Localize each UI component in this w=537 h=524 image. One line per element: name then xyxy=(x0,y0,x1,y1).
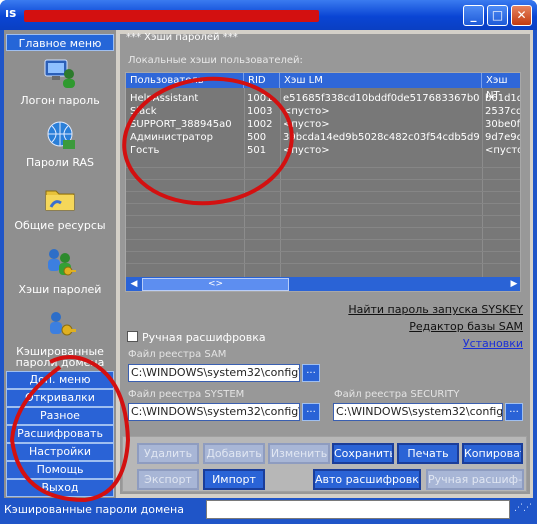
users-keys-icon xyxy=(48,249,76,276)
help-button[interactable]: Помощь xyxy=(6,461,114,479)
sam-file-label: Файл реестра SAM xyxy=(128,349,227,360)
maximize-button[interactable]: □ xyxy=(487,5,508,26)
exit-button[interactable]: Выход xyxy=(6,479,114,497)
sam-editor-link[interactable]: Редактор базы SAM xyxy=(409,320,523,333)
save-button[interactable]: Сохранить xyxy=(332,443,394,464)
sam-browse-button[interactable]: ... xyxy=(302,364,320,382)
hash-table[interactable]: Пользователь RID Хэш LM Хэш NT HelpAssis… xyxy=(125,72,521,292)
computer-user-icon xyxy=(44,59,75,88)
close-button[interactable]: ✕ xyxy=(511,5,532,26)
grid-line xyxy=(126,263,520,264)
sidebar-item-label: Логон пароль xyxy=(20,94,100,107)
sidebar-item-cached[interactable]: Кэшированные пароли домена xyxy=(6,308,114,368)
table-row[interactable]: SUPPORT_388945a0 1002 <пусто> 30be0f xyxy=(126,119,520,131)
grid-line xyxy=(126,179,520,180)
section-subtitle: Локальные хэши пользователей: xyxy=(128,55,303,66)
sidebar-item-label: Пароли RAS xyxy=(25,156,95,169)
grid-line xyxy=(126,167,520,168)
app-icon: ıs xyxy=(5,6,17,20)
sidebar-header: Главное меню xyxy=(6,34,114,51)
auto-decrypt-button[interactable]: Авто расшифровка xyxy=(313,469,421,490)
copy-button[interactable]: Копировать xyxy=(462,443,523,464)
horizontal-scrollbar[interactable]: ◀ <> ▶ xyxy=(126,277,520,291)
settings-button[interactable]: Настройки xyxy=(6,443,114,461)
grid-line xyxy=(126,239,520,240)
title-bar[interactable]: ıs _ □ ✕ xyxy=(0,0,537,30)
security-file-field[interactable]: C:\WINDOWS\system32\config\S xyxy=(333,403,503,421)
security-file-label: Файл реестра SECURITY xyxy=(334,389,460,400)
status-field xyxy=(206,500,510,519)
grid-line xyxy=(126,251,520,252)
misc-button[interactable]: Разное xyxy=(6,407,114,425)
scroll-left-icon[interactable]: ◀ xyxy=(127,278,141,291)
manual-decrypt-button[interactable]: Ручная расшиф-ка xyxy=(426,469,524,490)
shared-folder-icon xyxy=(45,190,75,211)
table-row[interactable]: HelpAssistant 1001 e51685f338cd10bddf0de… xyxy=(126,93,520,105)
add-button[interactable]: Добавить xyxy=(203,443,265,464)
openers-button[interactable]: Откривалки xyxy=(6,389,114,407)
users-key-icon xyxy=(50,312,76,336)
status-text: Кэшированные пароли домена xyxy=(4,503,184,516)
print-button[interactable]: Печать xyxy=(397,443,459,464)
decrypt-pwl-button[interactable]: Расшифровать PWL xyxy=(6,425,114,456)
system-file-field[interactable]: C:\WINDOWS\system32\config\S xyxy=(128,403,300,421)
extra-menu-button[interactable]: Доп. меню xyxy=(6,371,114,389)
grid-line xyxy=(126,227,520,228)
sidebar-item-hashes[interactable]: Хэши паролей xyxy=(6,245,114,296)
sidebar-item-label: Кэшированные пароли домена xyxy=(15,345,105,369)
col-header-user[interactable]: Пользователь xyxy=(126,73,244,88)
table-row[interactable]: Slack 1003 <пусто> 2537cd xyxy=(126,106,520,118)
sidebar-item-label: Общие ресурсы xyxy=(14,219,106,232)
col-header-nt[interactable]: Хэш NT xyxy=(482,73,520,101)
minimize-button[interactable]: _ xyxy=(463,5,484,26)
network-globe-icon xyxy=(47,121,75,149)
settings-link[interactable]: Установки xyxy=(463,337,523,350)
col-header-rid[interactable]: RID xyxy=(244,73,280,88)
grid-line xyxy=(126,215,520,216)
table-row[interactable]: Гость 501 <пусто> <пусто> xyxy=(126,145,520,157)
grid-line xyxy=(126,203,520,204)
delete-button[interactable]: Удалить xyxy=(137,443,199,464)
export-button[interactable]: Экспорт xyxy=(137,469,199,490)
scroll-thumb[interactable]: <> xyxy=(142,278,289,291)
resize-grip-icon[interactable]: ⋰⋰ xyxy=(514,503,532,518)
grid-line xyxy=(126,191,520,192)
system-file-label: Файл реестра SYSTEM xyxy=(128,389,245,400)
group-title: *** Хэши паролей *** xyxy=(126,32,238,43)
manual-decrypt-label: Ручная расшифровка xyxy=(142,331,266,344)
sidebar-item-label: Хэши паролей xyxy=(18,283,102,296)
scroll-right-icon[interactable]: ▶ xyxy=(507,278,520,291)
table-row[interactable]: Администратор 500 39bcda14ed9b5028c482c0… xyxy=(126,132,520,144)
redacted-title xyxy=(24,10,319,22)
manual-decrypt-checkbox[interactable] xyxy=(127,331,138,342)
sidebar-item-logon[interactable]: Логон пароль xyxy=(6,56,114,107)
col-header-lm[interactable]: Хэш LM xyxy=(280,73,482,88)
sidebar-item-shares[interactable]: Общие ресурсы xyxy=(6,181,114,232)
security-browse-button[interactable]: ... xyxy=(505,403,523,421)
sam-file-field[interactable]: C:\WINDOWS\system32\config\S xyxy=(128,364,300,382)
system-browse-button[interactable]: ... xyxy=(302,403,320,421)
sidebar-item-ras[interactable]: Пароли RAS xyxy=(6,118,114,169)
import-button[interactable]: Импорт xyxy=(203,469,265,490)
edit-button[interactable]: Изменить xyxy=(268,443,330,464)
find-syskey-link[interactable]: Найти пароль запуска SYSKEY xyxy=(348,303,523,316)
